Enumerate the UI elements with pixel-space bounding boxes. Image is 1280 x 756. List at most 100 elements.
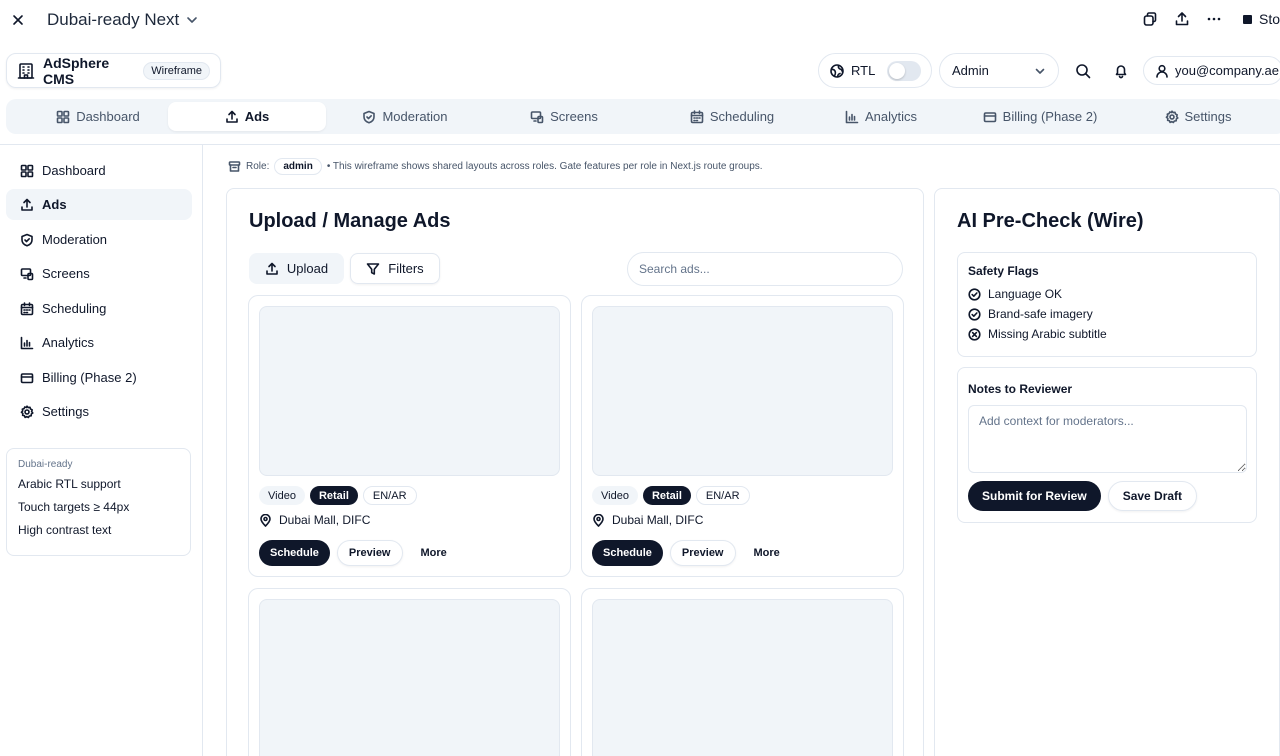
tab-analytics[interactable]: Analytics [802,102,960,131]
chip-category: Retail [309,486,358,505]
building-icon [17,62,35,80]
rtl-toggle[interactable] [887,60,921,81]
close-icon[interactable] [10,12,26,28]
tab-moderation[interactable]: Moderation [326,102,484,131]
shield-check-icon [20,233,34,247]
stop-button[interactable]: Sto [1237,11,1280,27]
archive-icon [228,160,241,173]
submit-review-button[interactable]: Submit for Review [968,481,1101,511]
upload-icon [225,110,239,124]
ad-location: Dubai Mall, DIFC [259,513,370,527]
sidebar-item-label: Scheduling [42,301,107,316]
more-button[interactable]: More [743,540,791,566]
location-text: Dubai Mall, DIFC [279,513,371,527]
upload-button[interactable]: Upload [249,253,344,284]
precheck-title: AI Pre-Check (Wire) [957,210,1144,232]
sidebar-item-moderation[interactable]: Moderation [6,224,192,255]
preview-button[interactable]: Preview [669,540,736,566]
schedule-button[interactable]: Schedule [592,540,663,566]
tab-label: Analytics [864,109,918,124]
sidebar: Dashboard Ads Moderation Screens Schedul… [0,145,203,756]
page-title: Upload / Manage Ads [249,210,451,232]
search-ads-input[interactable] [627,252,903,286]
sidebar-item-ads[interactable]: Ads [6,189,192,220]
sidebar-item-dashboard[interactable]: Dashboard [6,155,192,186]
card-line: Touch targets ≥ 44px [18,500,130,514]
filters-button-label: Filters [388,261,424,276]
ad-location: Dubai Mall, DIFC [592,513,703,527]
globe-icon [829,63,845,79]
sidebar-item-analytics[interactable]: Analytics [6,327,192,358]
ad-thumbnail [592,306,893,476]
sidebar-item-settings[interactable]: Settings [6,396,192,427]
sidebar-item-screens[interactable]: Screens [6,258,192,289]
tab-label: Dashboard [76,109,140,124]
credit-card-icon [983,110,997,124]
user-menu-button[interactable]: you@company.ae [1143,56,1280,85]
more-button[interactable]: More [410,540,458,566]
bell-icon[interactable] [1112,62,1130,80]
window-title[interactable]: Dubai-ready Next [47,10,199,30]
preview-button[interactable]: Preview [336,540,403,566]
screens-icon [20,267,34,281]
ad-card[interactable]: Video Retail EN/AR Dubai Mall, DIFC Sche… [248,295,571,577]
role-info-bar: Role: admin • This wireframe shows share… [228,158,763,175]
gear-icon [20,404,34,419]
chevron-down-icon [185,13,199,27]
sidebar-item-billing[interactable]: Billing (Phase 2) [6,362,192,393]
tab-scheduling[interactable]: Scheduling [643,102,821,131]
tab-dashboard[interactable]: Dashboard [9,102,187,131]
copy-icon[interactable] [1141,10,1159,28]
sidebar-item-label: Screens [42,266,90,281]
share-icon[interactable] [1173,10,1191,28]
filters-button[interactable]: Filters [350,253,440,284]
sidebar-item-label: Billing (Phase 2) [42,370,137,385]
more-horizontal-icon[interactable] [1205,10,1223,28]
safety-flags-title: Safety Flags [968,264,1039,278]
safety-flags-box: Safety Flags Language OK Brand-safe imag… [957,252,1257,357]
tab-label: Billing (Phase 2) [1002,109,1098,124]
sidebar-item-label: Settings [42,404,89,419]
shield-check-icon [362,110,376,124]
flag-label: Brand-safe imagery [988,307,1093,321]
sidebar-item-label: Analytics [42,335,95,350]
brand[interactable]: AdSphere CMS Wireframe [6,53,221,88]
ad-card[interactable]: Video Retail EN/AR Dubai Mall, DIFC Sche… [581,295,904,577]
gear-icon [1165,109,1179,124]
chip-category: Retail [642,486,691,505]
card-line: Arabic RTL support [18,477,121,491]
toggle-knob [889,62,906,79]
role-select[interactable]: Admin [939,53,1059,88]
ad-card[interactable] [581,588,904,756]
bar-chart-icon [845,110,859,124]
dubai-ready-card: Dubai-ready Arabic RTL support Touch tar… [6,448,191,556]
upload-button-label: Upload [286,261,329,276]
flag-label: Language OK [988,287,1063,301]
wireframe-badge: Wireframe [143,61,210,80]
role-select-value: Admin [952,63,989,78]
tab-ads[interactable]: Ads [168,102,326,131]
save-draft-button[interactable]: Save Draft [1107,481,1198,511]
map-pin-icon [259,513,272,527]
window-title-text: Dubai-ready Next [47,10,180,29]
x-circle-icon [968,327,981,341]
upload-icon [20,198,34,212]
tab-settings[interactable]: Settings [1119,102,1277,131]
ai-precheck-panel: AI Pre-Check (Wire) Safety Flags Languag… [934,188,1280,756]
screens-icon [530,110,544,124]
tab-label: Screens [550,109,598,124]
tab-label: Scheduling [709,109,775,124]
card-line: High contrast text [18,523,112,537]
check-circle-icon [968,307,981,321]
sidebar-item-scheduling[interactable]: Scheduling [6,293,192,324]
chip-language: EN/AR [362,486,417,505]
ad-card[interactable] [248,588,571,756]
notes-textarea[interactable] [968,405,1247,473]
rtl-label: RTL [851,63,876,78]
schedule-button[interactable]: Schedule [259,540,330,566]
tab-screens[interactable]: Screens [485,102,643,131]
tab-billing[interactable]: Billing (Phase 2) [961,102,1119,131]
tab-label: Settings [1184,109,1232,124]
flag-label: Missing Arabic subtitle [988,327,1107,341]
search-icon[interactable] [1074,62,1092,80]
